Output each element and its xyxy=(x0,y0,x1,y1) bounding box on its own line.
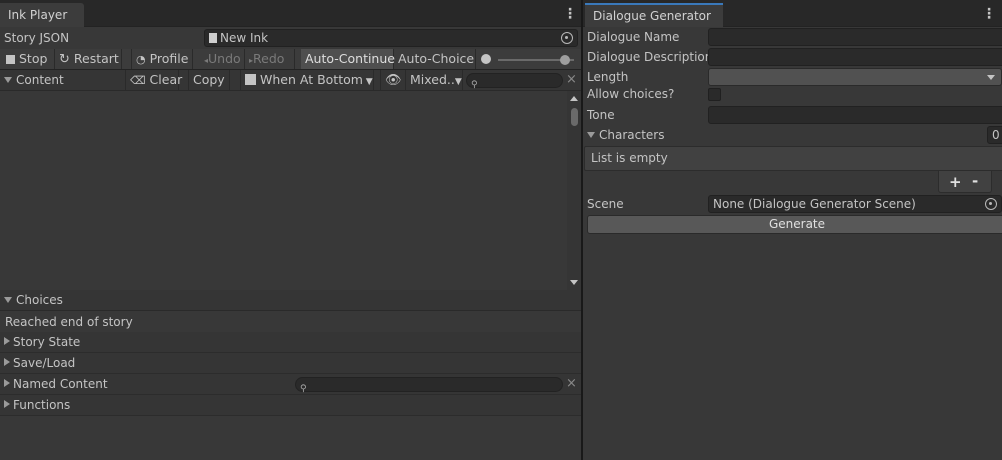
allow-choices-label: Allow choices? xyxy=(587,87,675,101)
dialogue-description-field[interactable] xyxy=(708,48,1002,66)
visibility-eye-icon[interactable]: 👁 xyxy=(380,70,406,90)
ink-file-icon xyxy=(209,33,217,43)
scene-value: None (Dialogue Generator Scene) xyxy=(713,197,916,211)
profile-button[interactable]: ◔ Profile xyxy=(131,49,193,69)
player-toolbar: Stop ↻ Restart ◔ Profile ◂Undo ▸Redo Aut… xyxy=(0,49,581,70)
choices-status: Reached end of story xyxy=(0,312,581,333)
functions-foldout-icon[interactable] xyxy=(4,400,10,408)
profile-label: Profile xyxy=(149,51,189,66)
when-at-bottom-dropdown[interactable]: When At Bottom ▼ xyxy=(240,70,374,90)
mixed-filter-dropdown[interactable]: Mixed..▼ xyxy=(406,70,463,90)
profile-icon: ◔ xyxy=(136,53,146,66)
add-item-button[interactable]: + xyxy=(949,173,962,191)
save-load-foldout[interactable]: Save/Load xyxy=(0,353,581,374)
tone-label: Tone xyxy=(587,108,615,122)
ink-player-menu-icon[interactable]: ⋮ xyxy=(563,5,577,23)
dialogue-generator-tabbar: Dialogue Generator ⋮ xyxy=(583,0,1002,27)
characters-list: List is empty xyxy=(584,146,1002,171)
named-content-foldout[interactable]: Named Content ⚲ × xyxy=(0,374,581,395)
choices-header[interactable]: Choices xyxy=(0,290,581,311)
redo-button[interactable]: ▸Redo xyxy=(245,49,295,69)
dropdown-arrow-icon: ▼ xyxy=(362,77,373,87)
allow-choices-checkbox[interactable] xyxy=(708,88,721,101)
characters-count-field[interactable]: 0 xyxy=(987,126,1002,144)
ink-player-tab[interactable]: Ink Player xyxy=(0,3,84,27)
story-json-field[interactable]: New Ink xyxy=(204,29,578,47)
eraser-icon: ⌫ xyxy=(130,74,146,87)
stop-icon xyxy=(6,55,15,64)
mixed-filter-label: Mixed.. xyxy=(410,72,455,87)
named-content-search-input[interactable]: ⚲ xyxy=(295,377,563,394)
characters-label: Characters xyxy=(599,128,665,142)
remove-item-button[interactable]: - xyxy=(972,172,978,190)
speed-clock-icon xyxy=(481,54,491,64)
speed-slider-handle[interactable] xyxy=(560,55,570,65)
copy-button[interactable]: Copy xyxy=(188,70,230,90)
choices-header-label: Choices xyxy=(16,293,63,307)
dialogue-name-field[interactable] xyxy=(708,28,1002,46)
generate-button[interactable]: Generate xyxy=(587,215,1002,234)
redo-label: Redo xyxy=(253,51,285,66)
named-content-foldout-icon[interactable] xyxy=(4,379,10,387)
speed-slider[interactable] xyxy=(498,55,574,65)
content-header: Content ⌫ Clear Copy When At Bottom ▼ 👁 … xyxy=(0,70,581,91)
scroll-thumb[interactable] xyxy=(571,108,578,126)
content-scrollbar[interactable] xyxy=(567,91,581,290)
scroll-up-icon[interactable] xyxy=(570,96,578,101)
stop-label: Stop xyxy=(19,51,48,66)
clear-label: Clear xyxy=(149,72,183,87)
stop-button[interactable]: Stop xyxy=(2,49,55,69)
characters-foldout-icon[interactable] xyxy=(587,132,595,138)
characters-empty-text: List is empty xyxy=(591,151,668,165)
content-search-input[interactable]: ⚲ xyxy=(466,73,563,90)
functions-label: Functions xyxy=(13,398,71,412)
object-picker-icon[interactable] xyxy=(561,32,573,44)
content-area xyxy=(0,91,581,290)
story-state-foldout-icon[interactable] xyxy=(4,337,10,345)
auto-continue-toggle[interactable]: Auto-Continue xyxy=(301,49,395,69)
undo-button[interactable]: ◂Undo xyxy=(200,49,245,69)
scene-object-field[interactable]: None (Dialogue Generator Scene) xyxy=(708,195,1002,213)
story-state-foldout[interactable]: Story State xyxy=(0,332,581,353)
ink-player-tabbar: Ink Player ⋮ xyxy=(0,0,581,27)
clear-search-icon[interactable]: × xyxy=(566,73,577,87)
ink-player-window: Ink Player ⋮ Story JSON New Ink Stop ↻ R… xyxy=(0,0,581,460)
named-content-clear-icon[interactable]: × xyxy=(566,377,577,391)
length-dropdown[interactable] xyxy=(708,68,1002,86)
story-json-row: Story JSON New Ink xyxy=(0,28,581,48)
length-label: Length xyxy=(587,70,629,84)
mixed-arrow-icon: ▼ xyxy=(454,77,462,87)
scene-label: Scene xyxy=(587,197,624,211)
story-json-value: New Ink xyxy=(220,31,269,45)
story-json-label: Story JSON xyxy=(4,31,70,45)
save-disk-icon xyxy=(245,74,256,85)
undo-label: Undo xyxy=(208,51,241,66)
restart-button[interactable]: ↻ Restart xyxy=(55,49,122,69)
content-foldout-icon[interactable] xyxy=(4,77,12,83)
dialogue-generator-tab[interactable]: Dialogue Generator xyxy=(585,3,723,27)
save-load-label: Save/Load xyxy=(13,356,76,370)
restart-icon: ↻ xyxy=(59,52,70,67)
dialogue-description-label: Dialogue Description xyxy=(587,50,713,64)
dialogue-name-label: Dialogue Name xyxy=(587,30,680,44)
tone-field[interactable] xyxy=(708,106,1002,124)
clear-button[interactable]: ⌫ Clear xyxy=(125,70,182,90)
dialogue-generator-window: Dialogue Generator ⋮ Dialogue Name Dialo… xyxy=(583,0,1002,460)
restart-label: Restart xyxy=(73,51,119,66)
save-load-foldout-icon[interactable] xyxy=(4,358,10,366)
story-state-label: Story State xyxy=(13,335,81,349)
choices-foldout-icon[interactable] xyxy=(4,297,12,303)
auto-choice-toggle[interactable]: Auto-Choice xyxy=(394,49,476,69)
dialogue-generator-menu-icon[interactable]: ⋮ xyxy=(982,5,996,23)
named-content-label: Named Content xyxy=(13,377,108,391)
list-footer: + - xyxy=(938,171,992,193)
when-at-bottom-label: When At Bottom xyxy=(260,72,363,87)
content-header-label: Content xyxy=(16,73,64,87)
scroll-down-icon[interactable] xyxy=(570,280,578,285)
scene-picker-icon[interactable] xyxy=(985,198,997,210)
characters-header[interactable]: Characters 0 xyxy=(583,126,1002,145)
functions-foldout[interactable]: Functions xyxy=(0,395,581,416)
